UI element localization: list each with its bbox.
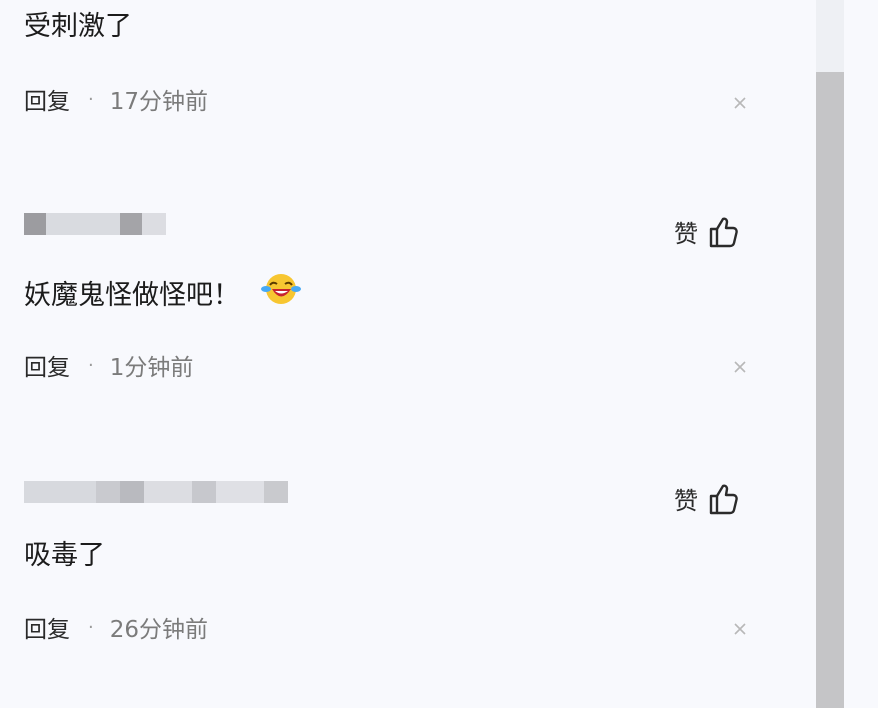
comment-meta: 回复 · 17分钟前 xyxy=(24,82,209,116)
username-blurred[interactable] xyxy=(24,481,288,507)
laughing-crying-emoji-icon xyxy=(260,271,302,316)
separator-dot: · xyxy=(88,88,94,110)
comment-feed: 受刺激了 回复 · 17分钟前 赞 妖魔鬼怪做怪吧！ 回复 · 1分钟前 赞 吸… xyxy=(0,0,810,708)
reply-button[interactable]: 回复 xyxy=(24,348,70,382)
comment-text: 妖魔鬼怪做怪吧！ xyxy=(24,274,302,319)
comment-meta: 回复 · 26分钟前 xyxy=(24,610,209,644)
comment-text-content: 妖魔鬼怪做怪吧！ xyxy=(24,280,240,311)
reply-button[interactable]: 回复 xyxy=(24,82,70,116)
comment-text: 吸毒了 xyxy=(24,540,105,571)
page-margin xyxy=(844,0,878,708)
comment-text: 受刺激了 xyxy=(24,11,132,42)
close-icon[interactable] xyxy=(733,622,747,636)
comment-meta: 回复 · 1分钟前 xyxy=(24,348,194,382)
scrollbar-thumb[interactable] xyxy=(816,72,844,708)
like-label: 赞 xyxy=(674,487,698,515)
like-button[interactable]: 赞 xyxy=(674,214,738,249)
scrollbar-track[interactable] xyxy=(816,0,844,708)
thumbs-up-icon[interactable] xyxy=(708,483,738,515)
comment-time: 17分钟前 xyxy=(109,89,209,115)
close-icon[interactable] xyxy=(733,360,747,374)
username-blurred[interactable] xyxy=(24,213,166,239)
separator-dot: · xyxy=(88,616,94,638)
comment-time: 26分钟前 xyxy=(109,617,209,643)
reply-button[interactable]: 回复 xyxy=(24,610,70,644)
like-label: 赞 xyxy=(674,220,698,248)
comment-time: 1分钟前 xyxy=(109,355,194,381)
like-button[interactable]: 赞 xyxy=(674,481,738,516)
separator-dot: · xyxy=(88,354,94,376)
close-icon[interactable] xyxy=(733,96,747,110)
thumbs-up-icon[interactable] xyxy=(708,216,738,248)
